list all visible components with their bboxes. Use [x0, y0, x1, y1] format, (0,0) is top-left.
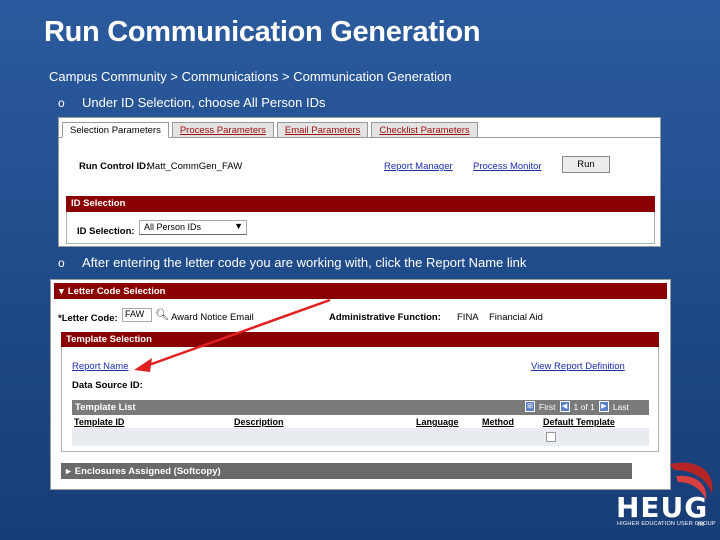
column-template-id[interactable]: Template ID: [74, 417, 124, 427]
bullet-text: Under ID Selection, choose All Person ID…: [82, 95, 326, 110]
letter-code-input[interactable]: FAW: [122, 308, 152, 322]
collapse-triangle-icon: ▾: [59, 285, 64, 297]
letter-code-section-title: Letter Code Selection: [67, 285, 166, 297]
tab-process-parameters[interactable]: Process Parameters: [171, 122, 274, 138]
tab-selection-parameters[interactable]: Selection Parameters: [62, 122, 169, 138]
column-default-template[interactable]: Default Template: [543, 417, 615, 427]
bullet-marker: o: [58, 255, 65, 270]
chevron-down-icon: ▼: [234, 221, 243, 231]
process-monitor-link[interactable]: Process Monitor: [473, 161, 542, 172]
bullet-marker: o: [58, 95, 65, 110]
letter-code-section-header[interactable]: ▾ Letter Code Selection: [54, 283, 667, 299]
enclosures-section-title: Enclosures Assigned (Softcopy): [74, 465, 221, 477]
enclosures-section-header[interactable]: ▸ Enclosures Assigned (Softcopy): [61, 463, 632, 479]
report-manager-link[interactable]: Report Manager: [384, 161, 453, 172]
slide-title: Run Communication Generation: [44, 16, 481, 48]
heug-logo: HEUG: [616, 491, 709, 524]
bullet-text: After entering the letter code you are w…: [82, 255, 527, 270]
nav-last-link[interactable]: Last: [613, 402, 629, 412]
previous-arrow-icon[interactable]: ◀: [559, 401, 570, 412]
admin-function-code: FINA: [457, 312, 479, 323]
report-name-link[interactable]: Report Name: [72, 361, 129, 372]
admin-function-description: Financial Aid: [489, 312, 543, 323]
tab-strip: Selection Parameters Process Parameters …: [62, 122, 478, 138]
run-control-value: Matt_CommGen_FAW: [147, 161, 243, 172]
search-icon[interactable]: 🔍︎: [155, 308, 169, 321]
id-selection-header: ID Selection: [66, 196, 655, 212]
table-row: [72, 428, 649, 446]
nav-range: 1 of 1: [573, 401, 595, 412]
bullet-item: o After entering the letter code you are…: [58, 255, 526, 270]
column-description[interactable]: Description: [234, 417, 284, 427]
default-template-checkbox[interactable]: [546, 432, 556, 442]
bullet-item: o Under ID Selection, choose All Person …: [58, 95, 326, 110]
id-selection-value: All Person IDs: [144, 222, 202, 232]
letter-code-description: Award Notice Email: [171, 312, 254, 323]
id-selection-dropdown[interactable]: All Person IDs ▼: [139, 220, 247, 235]
run-control-label: Run Control ID:: [79, 161, 150, 172]
letter-code-screenshot: ▾ Letter Code Selection *Letter Code: FA…: [50, 279, 671, 490]
trademark-mark: TM: [697, 522, 705, 528]
breadcrumb: Campus Community > Communications > Comm…: [49, 69, 452, 84]
admin-function-label: Administrative Function:: [329, 312, 441, 323]
run-button[interactable]: Run: [562, 156, 610, 173]
grid-zoom-icon[interactable]: ⊞: [525, 401, 535, 412]
view-report-definition-link[interactable]: View Report Definition: [531, 361, 625, 372]
template-selection-header: Template Selection: [61, 332, 659, 347]
column-method[interactable]: Method: [482, 417, 514, 427]
id-selection-label: ID Selection:: [77, 226, 135, 237]
tab-checklist-parameters[interactable]: Checklist Parameters: [371, 122, 478, 138]
run-control-screenshot: Selection Parameters Process Parameters …: [58, 117, 661, 247]
column-language[interactable]: Language: [416, 417, 459, 427]
data-source-label: Data Source ID:: [72, 380, 143, 391]
expand-triangle-icon: ▸: [66, 465, 71, 477]
nav-first-link[interactable]: First: [539, 402, 556, 412]
letter-code-label: *Letter Code:: [58, 313, 118, 324]
tab-email-parameters[interactable]: Email Parameters: [276, 122, 369, 138]
next-arrow-icon[interactable]: ▶: [598, 401, 609, 412]
grid-navigation: ⊞ First ◀ 1 of 1 ▶ Last: [525, 401, 629, 412]
